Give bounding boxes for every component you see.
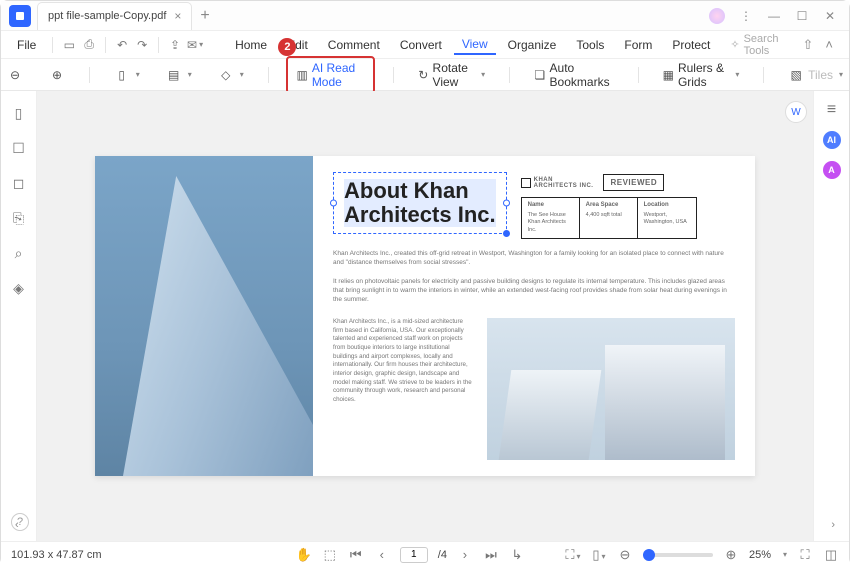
thumbnails-icon[interactable]: ▯ — [15, 105, 23, 122]
paragraph-3: Khan Architects Inc., is a mid-sized arc… — [333, 318, 473, 460]
attachments-icon[interactable]: ⎘ — [13, 210, 24, 227]
next-page-icon[interactable]: › — [457, 547, 473, 562]
single-page-icon[interactable]: ▯▾ — [591, 547, 607, 563]
ai-secondary-icon[interactable]: A — [823, 161, 841, 179]
more-icon[interactable]: ⋮ — [739, 9, 753, 23]
book-icon: ▥ — [296, 67, 307, 83]
fullscreen-icon[interactable]: ⛶ — [797, 547, 813, 563]
menu-tools[interactable]: Tools — [568, 36, 612, 54]
menu-comment[interactable]: Comment — [320, 36, 388, 54]
rulers-grids-button[interactable]: ▦Rulers & Grids▾ — [657, 57, 746, 93]
redo-icon[interactable]: ↷ — [134, 38, 150, 52]
company-logo: KHAN ARCHITECTS INC. — [521, 177, 594, 189]
search-tools[interactable]: ✧ Search Tools — [730, 33, 798, 57]
prev-page-icon[interactable]: ‹ — [374, 547, 390, 562]
background-button[interactable]: ◇▾ — [212, 63, 250, 87]
close-tab-icon[interactable]: × — [174, 9, 181, 23]
cloud-upload-icon[interactable]: ⇧ — [803, 37, 814, 53]
status-dimensions: 101.93 x 47.87 cm — [11, 549, 102, 561]
page-display-button[interactable]: ▯▾ — [108, 63, 146, 87]
paragraph-1: Khan Architects Inc., created this off-g… — [333, 249, 735, 267]
auto-bookmarks-button[interactable]: ❏Auto Bookmarks — [528, 57, 620, 93]
undo-icon[interactable]: ↶ — [114, 38, 130, 52]
menu-protect[interactable]: Protect — [664, 36, 718, 54]
close-window-button[interactable]: ✕ — [823, 9, 837, 23]
save-icon[interactable]: ▭ — [61, 38, 77, 52]
wand-icon: ✧ — [730, 38, 739, 51]
document-canvas[interactable]: W About Khan Architects Inc. KHAN — [37, 91, 813, 541]
first-page-icon[interactable]: ⏮ — [348, 547, 364, 563]
ruler-icon: ▦ — [663, 67, 674, 83]
reading-order-button[interactable]: ▤▾ — [160, 63, 198, 87]
menu-view[interactable]: View — [454, 35, 496, 55]
fit-width-icon[interactable]: ⛶▾ — [565, 547, 581, 563]
menu-home[interactable]: Home — [227, 36, 275, 54]
paragraph-2: It relies on photovoltaic panels for ele… — [333, 277, 735, 304]
pdf-page: About Khan Architects Inc. KHAN ARCHITEC… — [95, 156, 755, 476]
print-icon[interactable]: ⎙ — [81, 37, 97, 52]
mail-icon[interactable]: ✉▾ — [187, 38, 203, 52]
heading-line-2: Architects Inc. — [344, 203, 496, 227]
last-page-icon[interactable]: ⏭ — [483, 547, 499, 563]
zoom-percent: 25% — [749, 549, 771, 561]
minimize-button[interactable]: — — [767, 9, 781, 23]
zoom-out-status-icon[interactable]: ⊖ — [617, 547, 633, 563]
zoom-slider[interactable] — [643, 553, 713, 557]
scroll-right-icon[interactable]: › — [831, 519, 835, 531]
callout-badge-2: 2 — [278, 38, 296, 56]
jump-page-icon[interactable]: ↳ — [509, 547, 525, 563]
rotate-icon: ↻ — [418, 67, 429, 83]
settings-sliders-icon[interactable]: ≡ — [827, 101, 836, 119]
help-button[interactable]: ? — [11, 513, 29, 531]
bookmark-icon: ❏ — [534, 67, 546, 83]
user-avatar[interactable] — [709, 8, 725, 24]
chevron-up-icon[interactable]: ˄ — [825, 37, 833, 52]
ai-assistant-icon[interactable]: AI — [823, 131, 841, 149]
search-icon[interactable]: ⌕ — [15, 245, 23, 262]
document-tab[interactable]: ppt file-sample-Copy.pdf × — [37, 2, 192, 30]
page-total: /4 — [438, 549, 447, 561]
zoom-in-status-icon[interactable]: ⊕ — [723, 547, 739, 563]
word-export-icon[interactable]: W — [785, 101, 807, 123]
page-hero-image — [95, 156, 313, 476]
hand-tool-icon[interactable]: ✋ — [296, 547, 312, 563]
select-tool-icon[interactable]: ⬚ — [322, 547, 338, 563]
tiles-icon: ▧ — [788, 67, 804, 83]
comments-icon[interactable]: ◻ — [13, 175, 25, 192]
tiles-button: ▧Tiles▾ — [782, 63, 849, 87]
info-table: NameThe See House Khan Architects Inc. A… — [521, 197, 697, 238]
ai-read-mode-button[interactable]: 2 ▥ AI Read Mode — [286, 56, 375, 94]
menu-form[interactable]: Form — [616, 36, 660, 54]
add-tab-button[interactable]: + — [200, 7, 209, 25]
secondary-image — [487, 318, 735, 460]
menu-convert[interactable]: Convert — [392, 36, 450, 54]
maximize-button[interactable]: ☐ — [795, 9, 809, 23]
scroll-left-icon[interactable]: ‹ — [15, 519, 19, 531]
zoom-out-button[interactable]: ⊖ — [1, 63, 29, 87]
fit-page-icon[interactable]: ◫ — [823, 547, 839, 563]
heading-line-1: About Khan — [344, 179, 496, 203]
zoom-in-button[interactable]: ⊕ — [43, 63, 71, 87]
rotate-view-button[interactable]: ↻Rotate View▾ — [412, 57, 491, 93]
tab-title: ppt file-sample-Copy.pdf — [48, 10, 166, 22]
reviewed-stamp: REVIEWED — [603, 174, 664, 191]
menu-file[interactable]: File — [9, 36, 44, 54]
bookmarks-icon[interactable]: ☐ — [12, 140, 25, 157]
app-logo — [9, 5, 31, 27]
menu-organize[interactable]: Organize — [500, 36, 565, 54]
layers-icon[interactable]: ◈ — [13, 280, 24, 297]
selected-text-box[interactable]: About Khan Architects Inc. — [333, 172, 507, 234]
page-number-input[interactable] — [400, 547, 428, 563]
share-icon[interactable]: ⇪ — [167, 38, 183, 52]
